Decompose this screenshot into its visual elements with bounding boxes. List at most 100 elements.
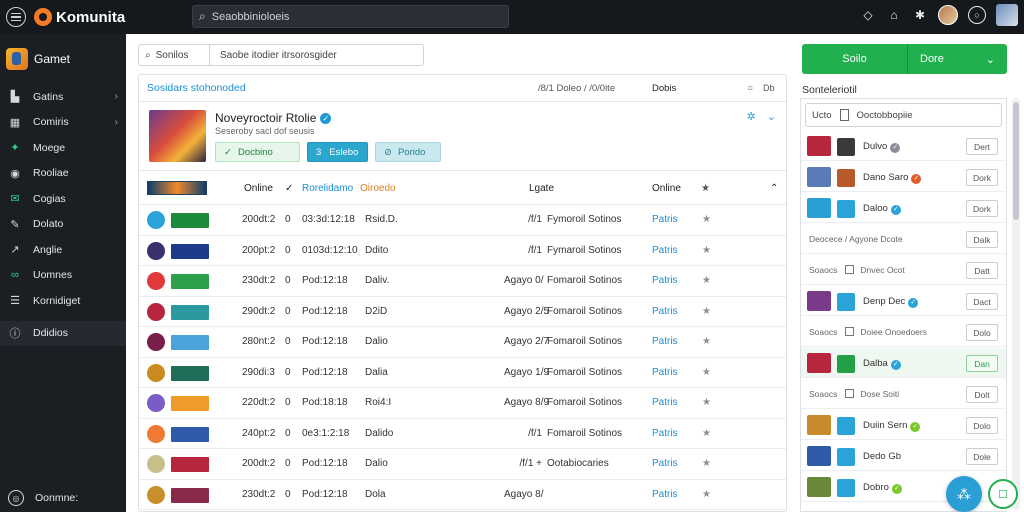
primary-action-button[interactable]: Soilo: [802, 44, 907, 74]
star-icon[interactable]: ★: [702, 336, 711, 347]
table-row[interactable]: 290dt:2 0 Pod:12:18 D2iD Agayo 2/5 Fomaroil S…: [139, 297, 786, 327]
right-list-item[interactable]: Soaocs Dnvec Ocot Datt: [801, 255, 1006, 285]
table-row[interactable]: 200dt:2 0 Pod:12:18 Dalio/f/1 + Ootabiocarie…: [139, 449, 786, 480]
menu-icon[interactable]: [6, 7, 26, 27]
table-row[interactable]: 230dt:2 0 Pod:12:18 Daliv. Agayo 0/Fomaroil …: [139, 266, 786, 297]
row-publisher[interactable]: Patris: [652, 367, 678, 378]
checkbox[interactable]: [845, 265, 855, 274]
featured-game-image[interactable]: [149, 110, 206, 162]
row-publisher[interactable]: Patris: [652, 397, 678, 408]
chat-fab-button[interactable]: ☐: [988, 479, 1018, 509]
column-lgate[interactable]: Lgate: [529, 183, 554, 194]
table-row[interactable]: 290di:3 0 Pod:12:18 Dalia Agayo 1/9 Fomaroil …: [139, 358, 786, 388]
right-item-button[interactable]: Datt: [966, 262, 998, 279]
star-icon[interactable]: ★: [702, 306, 711, 317]
sidebar-item-link[interactable]: ∞ Uomnes: [0, 263, 126, 289]
checkbox[interactable]: [845, 327, 855, 336]
column-online[interactable]: Online: [244, 183, 273, 194]
right-item-button[interactable]: Dolt: [966, 386, 998, 403]
row-publisher[interactable]: Patris: [652, 489, 678, 500]
right-item-button[interactable]: Dact: [966, 293, 998, 310]
row-publisher[interactable]: Patris: [652, 275, 678, 286]
sidebar-item-store[interactable]: ▙ Gatins ›: [0, 84, 126, 110]
gear-icon[interactable]: ✱: [912, 8, 928, 22]
table-row[interactable]: 280nt:2 0 Pod:12:18 Dalio Agayo 2/7 Fomaroil …: [139, 327, 786, 358]
star-icon[interactable]: ★: [701, 183, 710, 194]
star-icon[interactable]: ★: [702, 458, 711, 469]
sort-up-icon[interactable]: ⌃: [770, 183, 778, 194]
right-scrollbar[interactable]: [1012, 98, 1020, 510]
secondary-action-button[interactable]: Dore ⌄: [907, 44, 1007, 74]
sidebar-item-chart[interactable]: ↗ Anglie: [0, 237, 126, 263]
table-row[interactable]: 240pt:2 0 0e3:1:2:18 Dalido/f/1 Fomaroil Sot…: [139, 419, 786, 449]
right-list-item[interactable]: Dano Saro ✓ Dork: [801, 162, 1006, 192]
column-2[interactable]: Rorelidamo: [302, 183, 353, 194]
sidebar-item-mail[interactable]: ✉ Cogias: [0, 186, 126, 212]
right-item-button[interactable]: Dole: [966, 448, 998, 465]
right-list-item[interactable]: Denp Dec ✓ Dact: [801, 286, 1006, 316]
star-icon[interactable]: ★: [702, 428, 711, 439]
row-publisher[interactable]: Patris: [652, 458, 678, 469]
diamond-icon[interactable]: ◇: [860, 8, 876, 22]
star-icon[interactable]: ★: [702, 489, 711, 500]
table-row[interactable]: 220dt:2 0 Pod:18:18 Roi4:I Agayo 8/9 Fomaroil…: [139, 388, 786, 419]
sort-check-icon[interactable]: ✓: [285, 183, 293, 194]
right-list-item[interactable]: Daloo ✓ Dork: [801, 193, 1006, 223]
featured-button-2[interactable]: 3 Eslebo: [307, 142, 368, 162]
sidebar-item-gamepad[interactable]: ✦ Moege: [0, 135, 126, 161]
column-online-2[interactable]: Online: [652, 183, 681, 194]
row-publisher[interactable]: Patris: [652, 214, 678, 225]
featured-button-3[interactable]: ⊘ Porido: [375, 142, 441, 162]
sidebar-item-list[interactable]: ☰ Kornidiget: [0, 288, 126, 314]
star-icon[interactable]: ★: [702, 245, 711, 256]
card-header-link[interactable]: Sosidars stohonoded: [147, 82, 246, 94]
avatar[interactable]: [938, 5, 958, 25]
chevron-down-icon[interactable]: ⌄: [767, 111, 776, 123]
sidebar-item-info[interactable]: ⓘ Ddidios: [0, 320, 126, 346]
right-item-button[interactable]: Dolo: [966, 324, 998, 341]
right-item-button[interactable]: Dert: [966, 138, 998, 155]
checkbox[interactable]: [845, 389, 855, 398]
global-search-input[interactable]: ⌕ Seaobbinioloeis: [192, 5, 509, 28]
sidebar-item-grid[interactable]: ▦ Comiris ›: [0, 110, 126, 136]
home-icon[interactable]: ⌂: [886, 8, 902, 22]
row-publisher[interactable]: Patris: [652, 428, 678, 439]
right-list-item[interactable]: Dedo Gb Dole: [801, 441, 1006, 471]
scrollbar-thumb[interactable]: [1013, 102, 1019, 220]
right-list-item[interactable]: Dulvo ✓ Dert: [801, 131, 1006, 161]
row-publisher[interactable]: Patris: [652, 336, 678, 347]
right-list-item[interactable]: Deocece / Agyone Dcote Dalk: [801, 224, 1006, 254]
table-row[interactable]: 200dt:2 0 03:3d:12:18 Rsid.D. /f/1 Fymoroil S…: [139, 205, 786, 236]
right-list-item[interactable]: Dalba ✓ Dan: [801, 348, 1006, 378]
table-row[interactable]: 230dt:2 0 Pod:12:18 Dola Agayo 8/Patris ★: [139, 480, 786, 510]
settings-icon[interactable]: ✲: [747, 111, 756, 123]
star-icon[interactable]: ★: [702, 275, 711, 286]
star-icon[interactable]: ★: [702, 367, 711, 378]
sidebar-item-pen[interactable]: ✎ Dolato: [0, 212, 126, 238]
right-item-button[interactable]: Dalk: [966, 231, 998, 248]
row-publisher[interactable]: Patris: [652, 306, 678, 317]
refresh-icon[interactable]: ○: [747, 83, 753, 94]
right-list-item[interactable]: Soaocs Dose Soiti Dolt: [801, 379, 1006, 409]
right-item-button[interactable]: Dork: [966, 169, 998, 186]
sidebar-item-disc[interactable]: ◉ Rooliae: [0, 161, 126, 187]
right-item-button[interactable]: Dolo: [966, 417, 998, 434]
filter-search-input[interactable]: ⌕ Sonilos: [138, 44, 210, 66]
sidebar-footer[interactable]: ◎ Oonmne:: [0, 490, 126, 506]
filter-text-input[interactable]: Saobe itodier itrsorosgider: [210, 44, 424, 66]
user-circle-icon[interactable]: ○: [968, 6, 986, 24]
right-item-button[interactable]: Dork: [966, 200, 998, 217]
sidebar-header[interactable]: Gamet: [0, 34, 126, 84]
table-row[interactable]: 200pt:2 0 0103d:12:10 Ddito/f/1 Fymaroil Sot…: [139, 236, 786, 266]
column-3[interactable]: Oiroedo: [360, 183, 396, 194]
profile-avatar[interactable]: [996, 4, 1018, 26]
star-icon[interactable]: ★: [702, 397, 711, 408]
apps-fab-button[interactable]: ⁂: [946, 476, 982, 512]
right-list-item[interactable]: Duiin Sern ✓ Dolo: [801, 410, 1006, 440]
right-item-button[interactable]: Dan: [966, 355, 998, 372]
right-search-input[interactable]: Ucto Ooctobbopiie: [805, 103, 1002, 127]
row-publisher[interactable]: Patris: [652, 245, 678, 256]
featured-button-1[interactable]: ✓ Docbino: [215, 142, 300, 162]
right-list-item[interactable]: Soaocs Doiee Onoedoers Dolo: [801, 317, 1006, 347]
star-icon[interactable]: ★: [702, 214, 711, 225]
